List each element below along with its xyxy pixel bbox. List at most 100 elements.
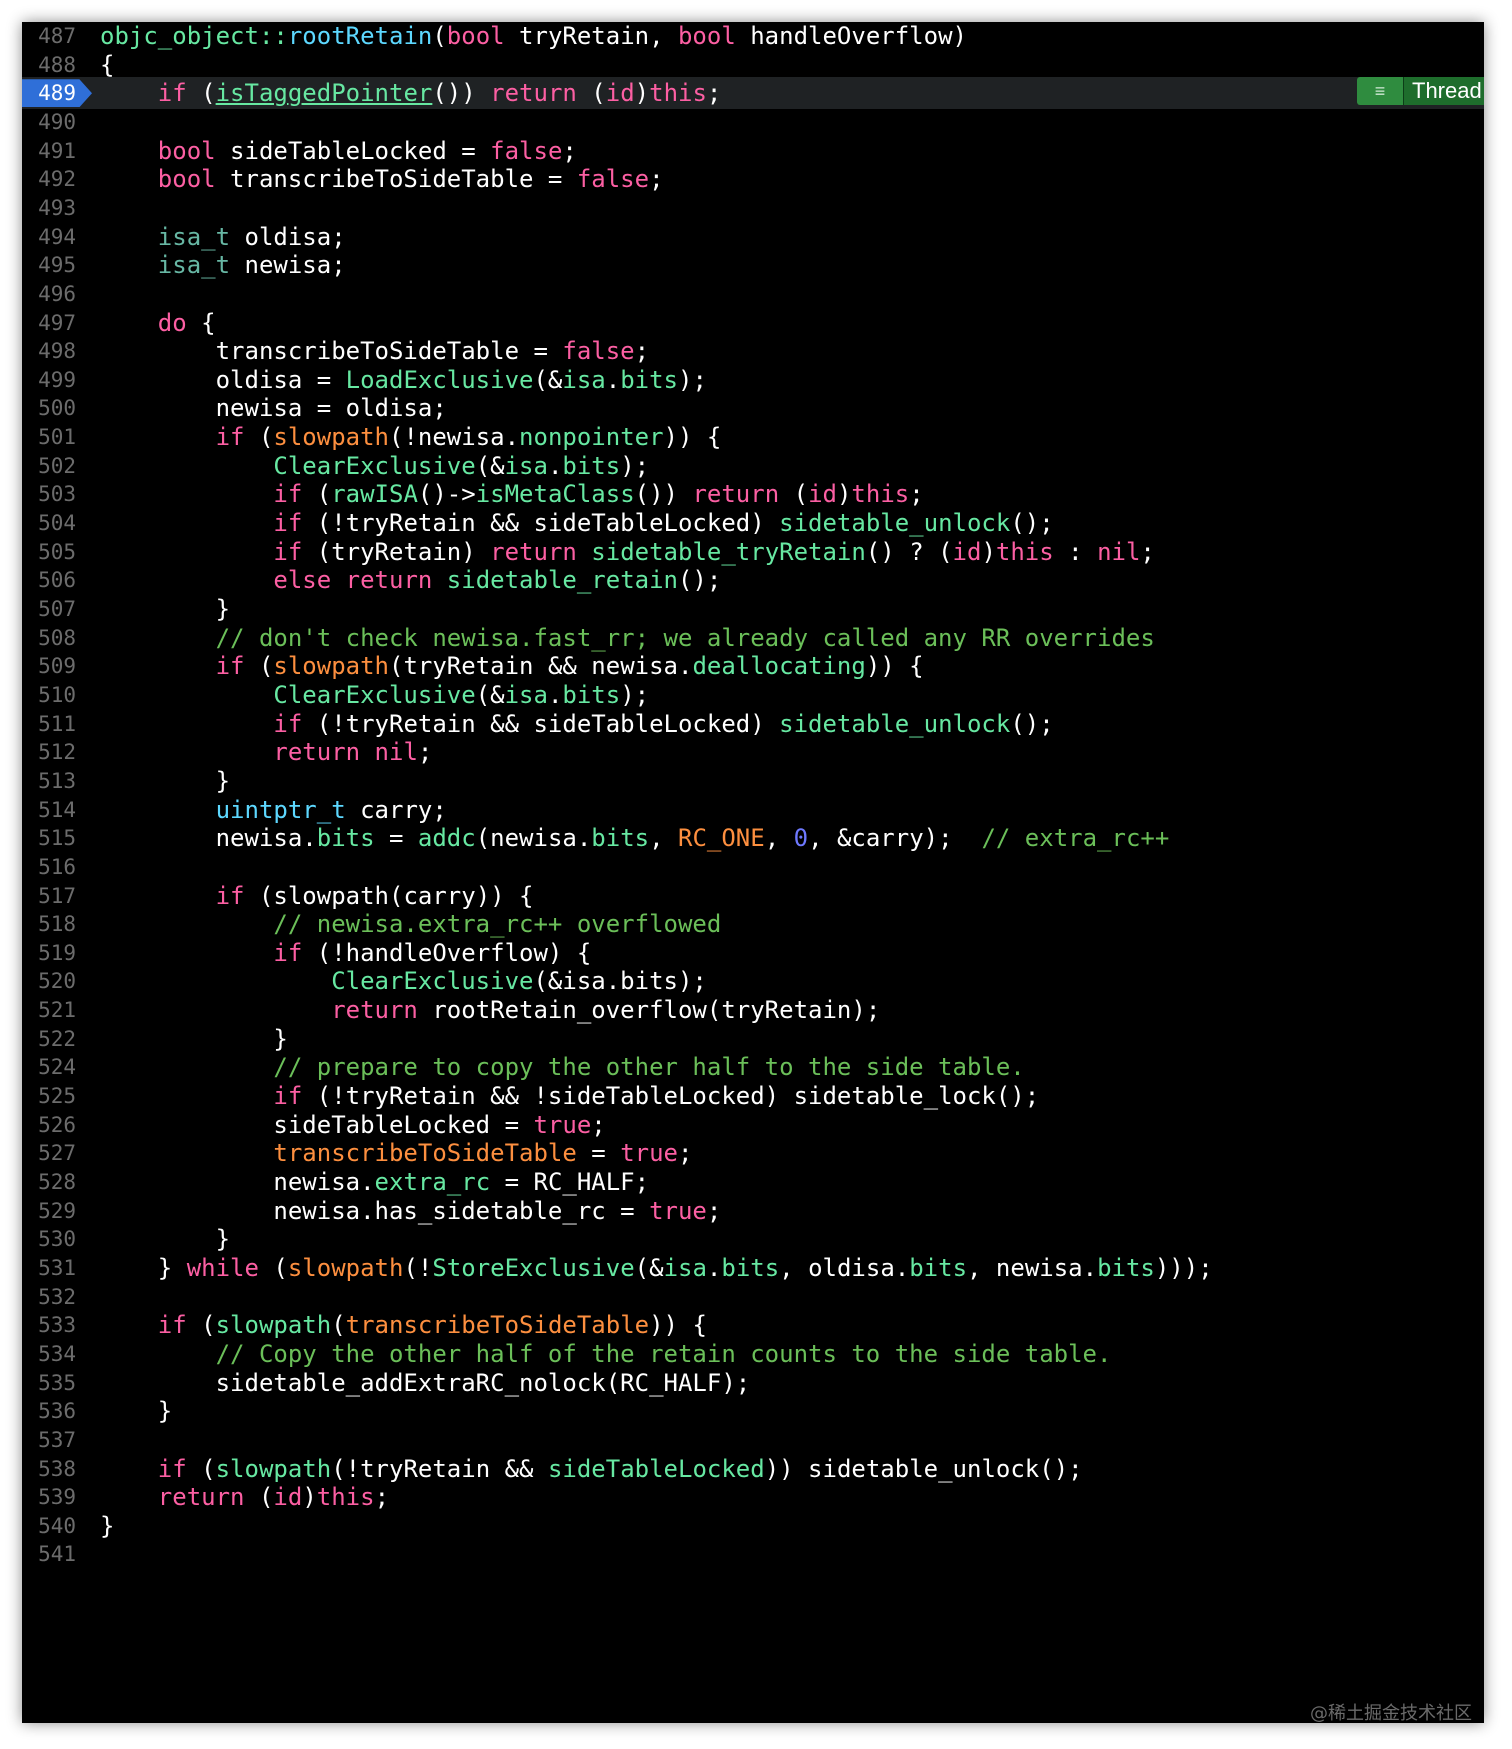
code-text: newisa = oldisa;	[100, 392, 447, 424]
code-token: isa	[504, 680, 548, 709]
code-line[interactable]: 539 return (id)this;	[22, 1481, 1484, 1513]
code-token: =	[374, 824, 418, 853]
code-line[interactable]: 499 oldisa = LoadExclusive(&isa.bits);	[22, 364, 1484, 396]
line-number: 510	[38, 682, 76, 707]
code-line[interactable]: 521 return rootRetain_overflow(tryRetain…	[22, 994, 1484, 1026]
code-line[interactable]: 509 if (slowpath(tryRetain && newisa.dea…	[22, 650, 1484, 682]
code-token: if	[273, 537, 303, 566]
code-line[interactable]: 536 }	[22, 1395, 1484, 1427]
code-token: }	[100, 766, 231, 795]
code-line[interactable]: 497 do {	[22, 307, 1484, 339]
code-line[interactable]: 488 {	[22, 49, 1484, 81]
code-line[interactable]: 508 // don't check newisa.fast_rr; we al…	[22, 622, 1484, 654]
code-line[interactable]: 491 bool sideTableLocked = false;	[22, 135, 1484, 167]
line-number: 528	[38, 1170, 76, 1194]
code-line[interactable]: 498 transcribeToSideTable = false;	[22, 335, 1484, 367]
code-line[interactable]: 535 sidetable_addExtraRC_nolock(RC_HALF)…	[22, 1367, 1484, 1399]
code-token: ;	[1140, 537, 1155, 566]
code-token: (slowpath(carry)) {	[244, 881, 534, 910]
code-line[interactable]: 533 if (slowpath(transcribeToSideTable))…	[22, 1309, 1484, 1341]
code-line[interactable]: 496	[22, 278, 1484, 310]
list-icon[interactable]: ≡	[1357, 77, 1404, 106]
line-number: 541	[38, 1542, 76, 1567]
code-token: rawISA	[331, 480, 418, 509]
line-number: 504	[38, 511, 76, 536]
code-line[interactable]: 516	[22, 851, 1484, 883]
code-line[interactable]: 490	[22, 106, 1484, 138]
code-line[interactable]: 507 }	[22, 593, 1484, 625]
code-line[interactable]: 534 // Copy the other half of the retain…	[22, 1338, 1484, 1370]
code-line[interactable]: 504 if (!tryRetain && sideTableLocked) s…	[22, 507, 1484, 539]
code-line[interactable]: 528 newisa.extra_rc = RC_HALF;	[22, 1166, 1484, 1198]
code-token: .	[547, 680, 563, 709]
line-number: 537	[38, 1427, 76, 1452]
code-line[interactable]: 518 // newisa.extra_rc++ overflowed	[22, 908, 1484, 940]
code-line[interactable]: 505 if (tryRetain) return sidetable_tryR…	[22, 536, 1484, 568]
code-line[interactable]: 527 transcribeToSideTable = true;	[22, 1137, 1484, 1169]
code-line[interactable]: 492 bool transcribeToSideTable = false;	[22, 163, 1484, 195]
code-line[interactable]: 494 isa_t oldisa;	[22, 221, 1484, 253]
code-token: this	[316, 1483, 375, 1512]
code-line[interactable]: 540}	[22, 1510, 1484, 1542]
line-number: 512	[38, 740, 76, 765]
code-line[interactable]: 500 newisa = oldisa;	[22, 392, 1484, 424]
code-token: this	[649, 79, 707, 108]
code-token: (	[186, 79, 216, 108]
code-token: oldisa;	[230, 222, 346, 251]
code-token: }	[100, 1397, 173, 1426]
code-token: newisa;	[230, 251, 346, 280]
code-line[interactable]: 512 return nil;	[22, 736, 1484, 768]
code-line[interactable]: 517 if (slowpath(carry)) {	[22, 880, 1484, 912]
code-token: deallocating	[692, 652, 866, 681]
thread-badge[interactable]: ≡ Thread	[1357, 77, 1484, 106]
code-token: false	[562, 337, 635, 366]
code-line[interactable]: 524 // prepare to copy the other half to…	[22, 1051, 1484, 1083]
code-line[interactable]: 531 } while (slowpath(!StoreExclusive(&i…	[22, 1252, 1484, 1284]
code-token: return	[345, 566, 433, 595]
code-token: if	[273, 509, 303, 538]
code-line[interactable]: 513 }	[22, 765, 1484, 797]
code-token: if	[157, 1454, 187, 1483]
code-line[interactable]: 519 if (!handleOverflow) {	[22, 937, 1484, 969]
code-token: (&	[475, 451, 505, 480]
code-token: (	[186, 1454, 216, 1483]
code-line[interactable]: 503 if (rawISA()->isMetaClass()) return …	[22, 478, 1484, 510]
code-line[interactable]: 520 ClearExclusive(&isa.bits);	[22, 965, 1484, 997]
code-line[interactable]: 511 if (!tryRetain && sideTableLocked) s…	[22, 708, 1484, 740]
code-line[interactable]: 495 isa_t newisa;	[22, 249, 1484, 281]
code-line[interactable]: 526 sideTableLocked = true;	[22, 1109, 1484, 1141]
code-text: ClearExclusive(&isa.bits);	[100, 965, 707, 997]
code-line[interactable]: 487 objc_object::rootRetain(bool tryRetai…	[22, 22, 1484, 52]
code-token: rootRetain	[287, 22, 433, 50]
code-line[interactable]: 489 if (isTaggedPointer()) return (id)th…	[22, 77, 1484, 110]
code-line[interactable]: 501 if (slowpath(!newisa.nonpointer)) {	[22, 421, 1484, 453]
code-line[interactable]: 510 ClearExclusive(&isa.bits);	[22, 679, 1484, 711]
code-token: ()->	[417, 480, 476, 509]
code-text: bool transcribeToSideTable = false;	[100, 163, 664, 195]
line-number: 532	[38, 1284, 76, 1309]
code-text: }	[100, 765, 230, 797]
code-line[interactable]: 493	[22, 192, 1484, 224]
code-token: }	[100, 595, 231, 623]
code-line[interactable]: 506 else return sidetable_retain();	[22, 564, 1484, 596]
code-line[interactable]: 532	[22, 1281, 1484, 1313]
code-token: // Copy the other half of the retain cou…	[215, 1339, 1112, 1368]
code-line[interactable]: 525 if (!tryRetain && !sideTableLocked) …	[22, 1080, 1484, 1112]
code-line[interactable]: 537	[22, 1424, 1484, 1456]
code-token: (	[244, 1483, 274, 1512]
code-token: (	[779, 480, 809, 509]
code-line[interactable]: 530 }	[22, 1223, 1484, 1255]
code-line[interactable]: 538 if (slowpath(!tryRetain && sideTable…	[22, 1453, 1484, 1485]
code-line[interactable]: 515 newisa.bits = addc(newisa.bits, RC_O…	[22, 822, 1484, 854]
code-editor[interactable]: 487 objc_object::rootRetain(bool tryRetai…	[22, 22, 1484, 1723]
code-line[interactable]: 502 ClearExclusive(&isa.bits);	[22, 450, 1484, 482]
code-line[interactable]: 529 newisa.has_sidetable_rc = true;	[22, 1195, 1484, 1227]
code-line[interactable]: 514 uintptr_t carry;	[22, 794, 1484, 826]
code-line[interactable]: 522 }	[22, 1023, 1484, 1055]
code-line[interactable]: 541	[22, 1538, 1484, 1570]
